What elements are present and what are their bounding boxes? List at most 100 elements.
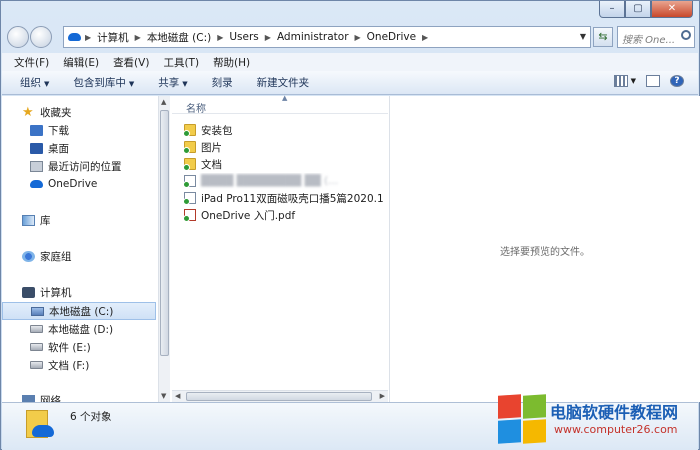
menu-bar: 文件(F) 编辑(E) 查看(V) 工具(T) 帮助(H) <box>2 53 698 71</box>
chevron-right-icon: ▶ <box>217 32 224 42</box>
close-button[interactable]: ✕ <box>651 1 693 18</box>
file-row[interactable]: ████ ████████ ██ (... <box>184 173 384 189</box>
search-placeholder: 搜索 One... <box>622 35 676 46</box>
crumb-computer[interactable]: 计算机 <box>97 30 129 45</box>
file-name: iPad Pro11双面磁吸壳口播5篇2020.10... <box>201 192 384 205</box>
nav-label: 网络 <box>40 394 61 403</box>
crumb-drive-c[interactable]: 本地磁盘 (C:) <box>147 30 211 45</box>
scroll-thumb[interactable] <box>186 392 372 401</box>
desktop-icon <box>30 142 43 154</box>
command-bar: 组织 ▼ 包含到库中 ▼ 共享 ▼ 刻录 新建文件夹 ▼ ? <box>2 71 698 95</box>
forward-button[interactable] <box>30 26 52 48</box>
crumb-onedrive[interactable]: OneDrive <box>367 31 416 43</box>
maximize-button[interactable]: ▢ <box>625 1 651 18</box>
scroll-up-icon[interactable]: ▲ <box>161 98 166 106</box>
nav-libraries[interactable]: 库 <box>2 211 156 229</box>
scroll-left-icon[interactable]: ◀ <box>175 392 180 400</box>
view-options-icon[interactable] <box>613 75 628 87</box>
crumb-administrator[interactable]: Administrator <box>277 31 349 43</box>
chevron-right-icon: ▶ <box>134 32 141 42</box>
minimize-button[interactable]: – <box>599 1 625 18</box>
menu-tools[interactable]: 工具(T) <box>163 55 199 70</box>
chevron-right-icon: ▶ <box>264 32 271 42</box>
search-input[interactable]: 搜索 One... <box>617 26 695 48</box>
organize-button[interactable]: 组织 ▼ <box>20 75 49 90</box>
nav-drive-c[interactable]: 本地磁盘 (C:) <box>2 302 156 320</box>
menu-file[interactable]: 文件(F) <box>14 55 49 70</box>
nav-network[interactable]: 网络 <box>2 391 156 402</box>
file-row[interactable]: 安装包 <box>184 122 384 138</box>
nav-label: 桌面 <box>48 142 69 155</box>
burn-button[interactable]: 刻录 <box>212 75 233 90</box>
nav-recent[interactable]: 最近访问的位置 <box>2 157 156 175</box>
scroll-right-icon[interactable]: ▶ <box>380 392 385 400</box>
recent-places-icon <box>30 160 43 172</box>
nav-label: OneDrive <box>48 178 98 190</box>
menu-edit[interactable]: 编辑(E) <box>63 55 99 70</box>
onedrive-icon <box>68 33 81 41</box>
nav-downloads[interactable]: 下载 <box>2 121 156 139</box>
file-row[interactable]: iPad Pro11双面磁吸壳口播5篇2020.10... <box>184 190 384 206</box>
chevron-right-icon: ▶ <box>85 32 92 42</box>
chevron-right-icon: ▶ <box>422 32 429 42</box>
column-name-label: 名称 <box>186 104 206 115</box>
preview-message: 选择要预览的文件。 <box>500 247 590 258</box>
file-name: 图片 <box>201 141 222 154</box>
crumb-users[interactable]: Users <box>229 31 258 43</box>
file-name: 安装包 <box>201 124 233 137</box>
share-label: 共享 <box>158 77 180 89</box>
document-icon <box>184 175 196 188</box>
chevron-down-icon[interactable]: ▼ <box>631 77 636 85</box>
watermark-logo <box>498 394 546 444</box>
file-row[interactable]: 图片 <box>184 139 384 155</box>
new-folder-button[interactable]: 新建文件夹 <box>257 75 310 90</box>
nav-label: 下载 <box>48 124 69 137</box>
file-list-pane: ▲ 名称 安装包 图片 文档 ████ ████████ ██ (... iPa… <box>172 94 388 402</box>
computer-icon <box>22 286 35 298</box>
file-row[interactable]: OneDrive 入门.pdf <box>184 207 384 223</box>
address-dropdown-icon[interactable]: ▼ <box>580 32 586 41</box>
organize-label: 组织 <box>20 77 41 89</box>
file-name: OneDrive 入门.pdf <box>201 209 296 222</box>
include-library-label: 包含到库中 <box>73 77 126 89</box>
nav-label: 软件 (E:) <box>48 341 91 354</box>
nav-label: 计算机 <box>40 286 72 299</box>
scroll-down-icon[interactable]: ▼ <box>161 392 166 400</box>
nav-label: 最近访问的位置 <box>48 160 122 173</box>
scroll-thumb[interactable] <box>160 110 169 356</box>
nav-homegroup[interactable]: 家庭组 <box>2 247 156 265</box>
include-library-button[interactable]: 包含到库中 ▼ <box>73 75 134 90</box>
file-list-scrollbar[interactable]: ◀ ▶ <box>172 390 388 402</box>
nav-drive-d[interactable]: 本地磁盘 (D:) <box>2 320 156 338</box>
nav-favorites[interactable]: ★ 收藏夹 <box>2 103 156 121</box>
search-icon <box>681 30 691 40</box>
menu-help[interactable]: 帮助(H) <box>213 55 250 70</box>
onedrive-icon <box>32 425 54 437</box>
back-button[interactable] <box>7 26 29 48</box>
sync-status-icon <box>184 164 190 171</box>
nav-label: 收藏夹 <box>40 106 72 119</box>
navigation-scrollbar[interactable]: ▲ ▼ <box>158 96 170 402</box>
logo-quadrant-red <box>498 394 521 419</box>
nav-label: 家庭组 <box>40 250 72 263</box>
menu-view[interactable]: 查看(V) <box>113 55 149 70</box>
homegroup-icon <box>22 250 35 262</box>
nav-computer[interactable]: 计算机 <box>2 283 156 301</box>
nav-label: 文档 (F:) <box>48 359 90 372</box>
preview-pane: 选择要预览的文件。 <box>389 96 700 402</box>
file-row[interactable]: 文档 <box>184 156 384 172</box>
nav-desktop[interactable]: 桌面 <box>2 139 156 157</box>
column-header-name[interactable]: ▲ 名称 <box>172 94 388 115</box>
nav-drive-e[interactable]: 软件 (E:) <box>2 338 156 356</box>
network-icon <box>22 394 35 402</box>
explorer-window: – ▢ ✕ ▶ 计算机 ▶ 本地磁盘 (C:) ▶ Users ▶ Admini… <box>0 0 700 450</box>
nav-onedrive[interactable]: OneDrive <box>2 175 156 193</box>
share-button[interactable]: 共享 ▼ <box>158 75 187 90</box>
refresh-button[interactable]: ⇆ <box>593 27 613 47</box>
nav-drive-f[interactable]: 文档 (F:) <box>2 356 156 374</box>
navigation-pane: ★ 收藏夹 下载 桌面 最近访问的位置 OneDrive 库 家庭组 计算机 本… <box>2 96 156 402</box>
item-count: 6 个对象 <box>70 411 112 423</box>
preview-pane-icon[interactable] <box>646 75 660 87</box>
help-icon[interactable]: ? <box>670 75 684 87</box>
address-bar[interactable]: ▶ 计算机 ▶ 本地磁盘 (C:) ▶ Users ▶ Administrato… <box>63 26 591 48</box>
